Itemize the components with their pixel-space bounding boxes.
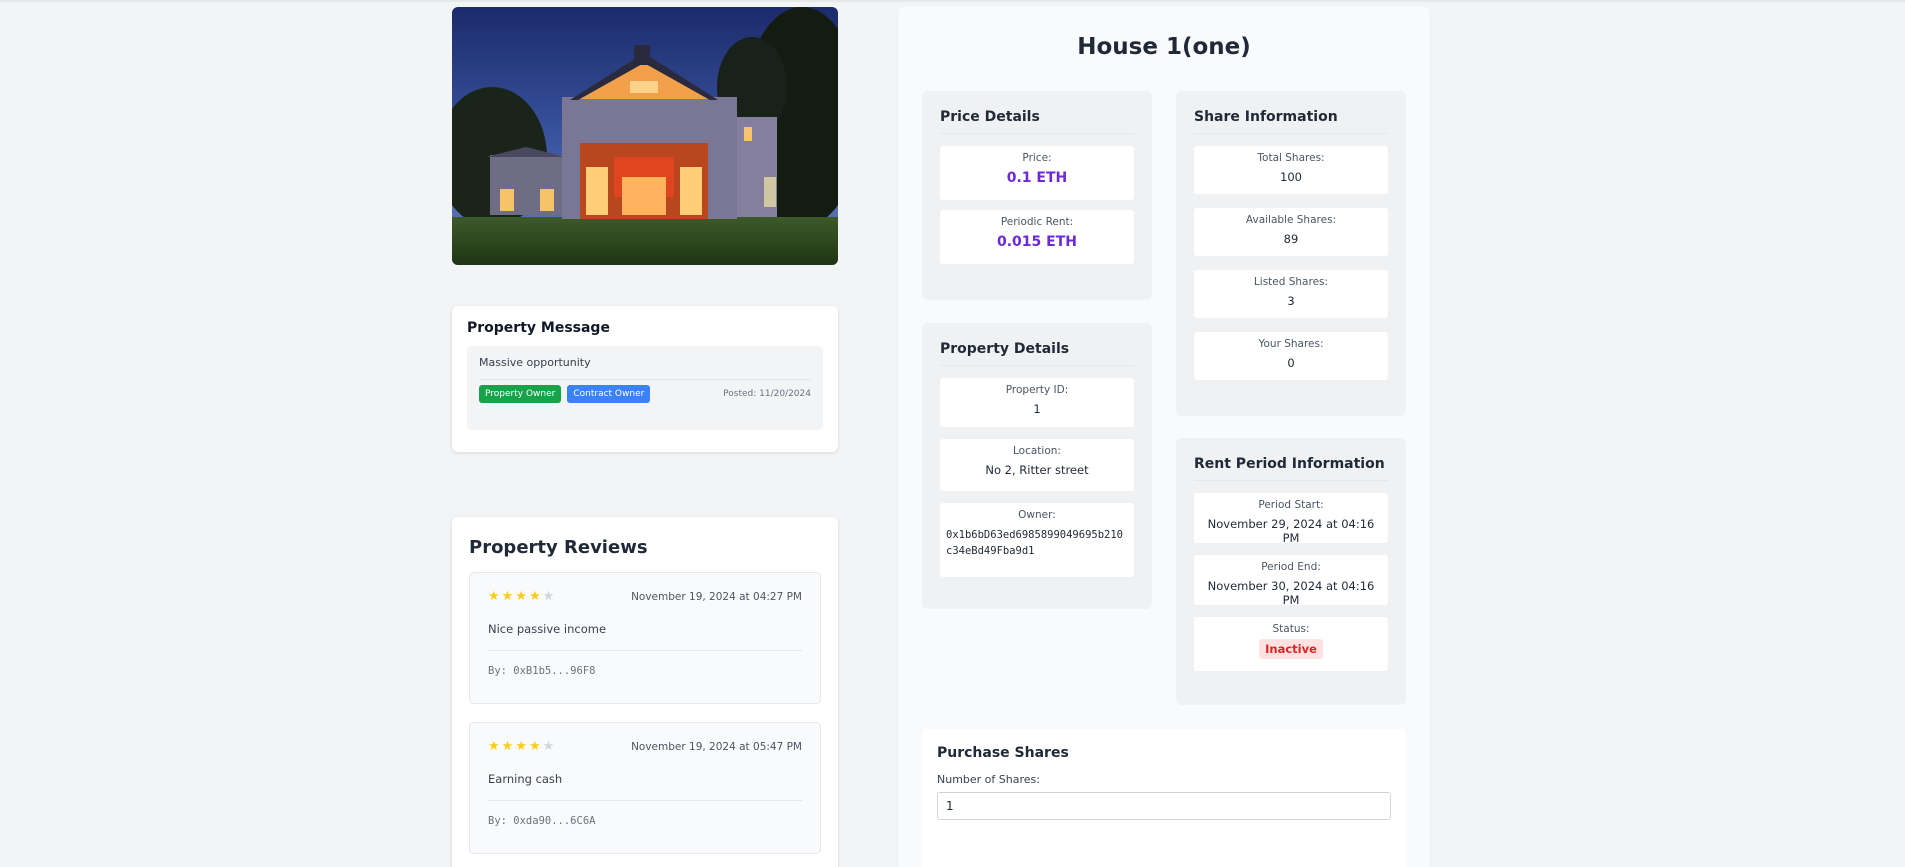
message-footer: Property Owner Contract Owner Posted: 11… (479, 385, 811, 403)
property-details-heading: Property Details (940, 341, 1134, 366)
property-owner-badge: Property Owner (479, 385, 562, 403)
star-rating: ★★★★★ (488, 739, 556, 754)
rent-tile: Periodic Rent: 0.015 ETH (940, 210, 1134, 264)
owner-tile: Owner: 0x1b6bD63ed6985899049695b210 c34eB… (940, 503, 1134, 577)
number-of-shares-input[interactable] (937, 792, 1391, 820)
star-icon: ★ (542, 589, 557, 604)
reviews-heading: Property Reviews (469, 537, 648, 558)
status-label: Status: (1272, 623, 1310, 635)
contract-owner-badge: Contract Owner (567, 385, 651, 403)
your-shares-label: Your Shares: (1258, 338, 1324, 350)
review-card: ★★★★★ November 19, 2024 at 04:27 PM Nice p… (469, 572, 821, 704)
property-id-label: Property ID: (1005, 384, 1069, 396)
message-text: Massive opportunity (479, 356, 811, 380)
available-shares-value: 89 (1283, 232, 1299, 246)
period-end-label: Period End: (1261, 561, 1321, 573)
message-box: Massive opportunity Property Owner Contr… (467, 346, 823, 430)
star-icon: ★ (542, 739, 557, 754)
rent-label: Periodic Rent: (1000, 216, 1074, 228)
star-icon: ★ (501, 589, 516, 604)
property-message-heading: Property Message (467, 320, 610, 336)
available-shares-tile: Available Shares: 89 (1194, 208, 1388, 256)
review-text: Nice passive income (488, 622, 802, 651)
period-end-tile: Period End: November 30, 2024 at 04:16 P… (1194, 555, 1388, 607)
price-tile: Price: 0.1 ETH (940, 146, 1134, 200)
share-information-panel: Share Information Total Shares: 100 Avai… (1176, 91, 1406, 416)
price-label: Price: (1022, 152, 1052, 164)
number-of-shares-label: Number of Shares: (937, 773, 1040, 786)
total-shares-tile: Total Shares: 100 (1194, 146, 1388, 194)
property-image (452, 7, 838, 265)
star-icon: ★ (515, 739, 529, 754)
owner-address-line1: 0x1b6bD63ed6985899049695b210 (946, 529, 1124, 541)
review-date: November 19, 2024 at 05:47 PM (631, 740, 802, 753)
rent-period-panel: Rent Period Information Period Start: No… (1176, 438, 1406, 705)
period-start-value: November 29, 2024 at 04:16 PM (1207, 517, 1375, 545)
listed-shares-tile: Listed Shares: 3 (1194, 270, 1388, 318)
star-icon: ★ (528, 739, 543, 754)
top-border (0, 0, 1905, 2)
posted-date: Posted: 11/20/2024 (723, 389, 811, 399)
reviews-list: ★★★★★ November 19, 2024 at 04:27 PM Nice p… (469, 572, 821, 854)
owner-address: 0x1b6bD63ed6985899049695b210 c34eBd49Fba9… (946, 527, 1128, 559)
review-card: ★★★★★ November 19, 2024 at 05:47 PM Earnin… (469, 722, 821, 854)
review-author: By: 0xB1b5...96F8 (488, 665, 596, 677)
purchase-shares-heading: Purchase Shares (937, 745, 1069, 761)
period-start-tile: Period Start: November 29, 2024 at 04:16… (1194, 493, 1388, 545)
location-value: No 2, Ritter street (985, 463, 1089, 477)
price-value: 0.1 ETH (1006, 170, 1068, 186)
period-start-label: Period Start: (1258, 499, 1324, 511)
property-reviews-card: Property Reviews ★★★★★ November 19, 2024 … (452, 517, 838, 867)
star-icon: ★ (515, 589, 529, 604)
owner-label: Owner: (1018, 509, 1056, 521)
price-details-panel: Price Details Price: 0.1 ETH Periodic Re… (922, 91, 1152, 300)
star-icon: ★ (528, 589, 543, 604)
listed-shares-value: 3 (1287, 294, 1295, 308)
status-badge: Inactive (1259, 639, 1323, 659)
available-shares-label: Available Shares: (1245, 214, 1337, 226)
share-information-heading: Share Information (1194, 109, 1388, 134)
location-label: Location: (1013, 445, 1061, 457)
review-author: By: 0xda90...6C6A (488, 815, 596, 827)
listed-shares-label: Listed Shares: (1253, 276, 1329, 288)
rent-value: 0.015 ETH (997, 234, 1077, 250)
owner-address-line2: c34eBd49Fba9d1 (946, 545, 1035, 557)
star-rating: ★★★★★ (488, 589, 556, 604)
your-shares-tile: Your Shares: 0 (1194, 332, 1388, 380)
review-header: ★★★★★ November 19, 2024 at 04:27 PM (488, 589, 802, 604)
star-icon: ★ (488, 739, 502, 754)
rent-period-heading: Rent Period Information (1194, 456, 1388, 481)
review-header: ★★★★★ November 19, 2024 at 05:47 PM (488, 739, 802, 754)
period-end-value: November 30, 2024 at 04:16 PM (1207, 579, 1375, 607)
status-tile: Status: Inactive (1194, 617, 1388, 671)
total-shares-label: Total Shares: (1257, 152, 1325, 164)
property-details-panel: Property Details Property ID: 1 Location… (922, 323, 1152, 609)
purchase-shares-card: Purchase Shares Number of Shares: (922, 729, 1406, 867)
review-date: November 19, 2024 at 04:27 PM (631, 590, 802, 603)
star-icon: ★ (501, 739, 516, 754)
star-icon: ★ (488, 589, 502, 604)
total-shares-value: 100 (1280, 170, 1302, 184)
property-message-card: Property Message Massive opportunity Pro… (452, 306, 838, 452)
location-tile: Location: No 2, Ritter street (940, 439, 1134, 491)
page-title: House 1(one) (1077, 34, 1251, 60)
price-details-heading: Price Details (940, 109, 1134, 134)
property-id-tile: Property ID: 1 (940, 378, 1134, 427)
your-shares-value: 0 (1287, 356, 1295, 370)
property-id-value: 1 (1033, 402, 1041, 416)
review-text: Earning cash (488, 772, 802, 801)
